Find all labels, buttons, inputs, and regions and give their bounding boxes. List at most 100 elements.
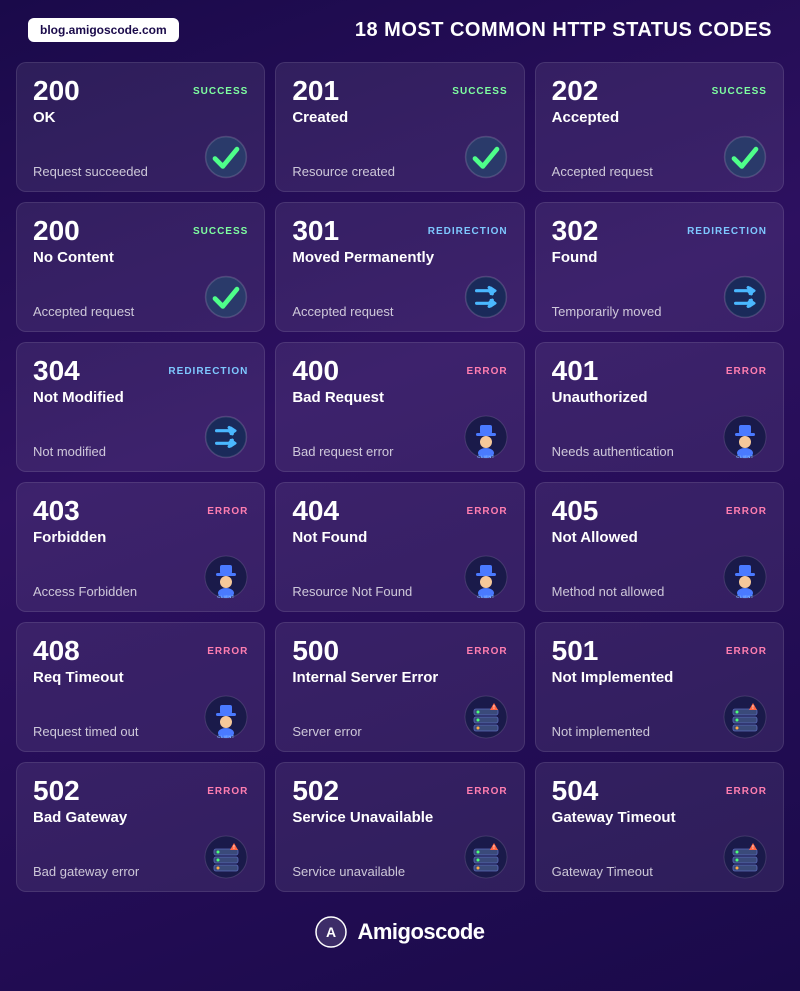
card-501-not-implemented: 501 ERROR Not Implemented Not implemente…	[535, 622, 784, 752]
status-code: 403	[33, 497, 80, 525]
card-footer: Accepted request	[33, 275, 248, 319]
card-header: 400 ERROR	[292, 357, 507, 385]
card-302-found: 302 REDIRECTION Found Temporarily moved	[535, 202, 784, 332]
brand-name: Amigoscode	[357, 919, 484, 945]
status-icon	[204, 135, 248, 179]
brand-icon: A	[315, 916, 347, 948]
card-header: 301 REDIRECTION	[292, 217, 507, 245]
status-desc: Not implemented	[552, 724, 650, 739]
status-type: ERROR	[726, 644, 767, 659]
card-footer: Not modified	[33, 415, 248, 459]
card-500-internal-server-error: 500 ERROR Internal Server Error Server e…	[275, 622, 524, 752]
card-footer: Request succeeded	[33, 135, 248, 179]
status-name: Moved Permanently	[292, 249, 507, 266]
card-footer: Resource Not Found CLIENT	[292, 555, 507, 599]
card-footer: Accepted request	[292, 275, 507, 319]
card-502-bad-gateway: 502 ERROR Bad Gateway Bad gateway error …	[16, 762, 265, 892]
status-name: Created	[292, 109, 507, 126]
footer: A Amigoscode	[0, 902, 800, 966]
svg-text:A: A	[326, 924, 336, 940]
status-type: SUCCESS	[712, 84, 767, 99]
status-desc: Service unavailable	[292, 864, 405, 879]
card-header: 302 REDIRECTION	[552, 217, 767, 245]
status-desc: Bad request error	[292, 444, 393, 459]
card-footer: Access Forbidden CLIENT	[33, 555, 248, 599]
card-header: 403 ERROR	[33, 497, 248, 525]
status-icon	[723, 275, 767, 319]
svg-text:CLIENT: CLIENT	[477, 454, 495, 459]
status-icon	[464, 135, 508, 179]
status-icon: !	[723, 695, 767, 739]
status-desc: Method not allowed	[552, 584, 665, 599]
card-header: 201 SUCCESS	[292, 77, 507, 105]
svg-text:CLIENT: CLIENT	[736, 594, 754, 599]
card-header: 500 ERROR	[292, 637, 507, 665]
card-header: 405 ERROR	[552, 497, 767, 525]
status-name: Bad Gateway	[33, 809, 248, 826]
card-footer: Not implemented !	[552, 695, 767, 739]
status-type: ERROR	[207, 784, 248, 799]
status-code: 500	[292, 637, 339, 665]
status-desc: Needs authentication	[552, 444, 674, 459]
page-title: 18 MOST COMMON HTTP STATUS CODES	[199, 19, 772, 42]
status-type: SUCCESS	[452, 84, 507, 99]
status-code: 200	[33, 217, 80, 245]
card-header: 200 SUCCESS	[33, 217, 248, 245]
blog-badge: blog.amigoscode.com	[28, 18, 179, 42]
status-type: ERROR	[207, 504, 248, 519]
status-code: 401	[552, 357, 599, 385]
status-desc: Temporarily moved	[552, 304, 662, 319]
status-icon: CLIENT	[464, 555, 508, 599]
status-icon: CLIENT	[204, 695, 248, 739]
status-desc: Not modified	[33, 444, 106, 459]
status-desc: Bad gateway error	[33, 864, 139, 879]
card-header: 501 ERROR	[552, 637, 767, 665]
card-grid: 200 SUCCESS OK Request succeeded 201 SUC…	[0, 52, 800, 902]
card-502-service-unavailable: 502 ERROR Service Unavailable Service un…	[275, 762, 524, 892]
status-code: 502	[33, 777, 80, 805]
svg-text:CLIENT: CLIENT	[218, 734, 236, 739]
status-type: ERROR	[467, 644, 508, 659]
card-header: 404 ERROR	[292, 497, 507, 525]
status-code: 405	[552, 497, 599, 525]
card-202-accepted: 202 SUCCESS Accepted Accepted request	[535, 62, 784, 192]
status-icon	[723, 135, 767, 179]
status-icon: !	[723, 835, 767, 879]
status-desc: Access Forbidden	[33, 584, 137, 599]
status-name: Not Found	[292, 529, 507, 546]
status-type: SUCCESS	[193, 224, 248, 239]
status-icon: CLIENT	[464, 415, 508, 459]
status-desc: Resource Not Found	[292, 584, 412, 599]
card-401-unauthorized: 401 ERROR Unauthorized Needs authenticat…	[535, 342, 784, 472]
status-name: Internal Server Error	[292, 669, 507, 686]
status-name: Forbidden	[33, 529, 248, 546]
status-type: ERROR	[726, 504, 767, 519]
status-code: 200	[33, 77, 80, 105]
status-icon: !	[204, 835, 248, 879]
card-403-forbidden: 403 ERROR Forbidden Access Forbidden CLI…	[16, 482, 265, 612]
card-405-not-allowed: 405 ERROR Not Allowed Method not allowed…	[535, 482, 784, 612]
status-name: No Content	[33, 249, 248, 266]
status-type: ERROR	[467, 784, 508, 799]
status-desc: Server error	[292, 724, 361, 739]
status-type: REDIRECTION	[687, 224, 767, 239]
status-code: 301	[292, 217, 339, 245]
card-408-req-timeout: 408 ERROR Req Timeout Request timed out …	[16, 622, 265, 752]
status-name: Unauthorized	[552, 389, 767, 406]
card-footer: Request timed out CLIENT	[33, 695, 248, 739]
status-code: 408	[33, 637, 80, 665]
status-desc: Request timed out	[33, 724, 139, 739]
card-header: 502 ERROR	[33, 777, 248, 805]
status-code: 501	[552, 637, 599, 665]
status-icon	[204, 275, 248, 319]
status-code: 504	[552, 777, 599, 805]
status-code: 302	[552, 217, 599, 245]
card-301-moved-permanently: 301 REDIRECTION Moved Permanently Accept…	[275, 202, 524, 332]
card-footer: Temporarily moved	[552, 275, 767, 319]
status-name: Found	[552, 249, 767, 266]
status-icon	[464, 275, 508, 319]
card-504-gateway-timeout: 504 ERROR Gateway Timeout Gateway Timeou…	[535, 762, 784, 892]
status-name: Service Unavailable	[292, 809, 507, 826]
status-name: Not Allowed	[552, 529, 767, 546]
svg-text:CLIENT: CLIENT	[218, 594, 236, 599]
